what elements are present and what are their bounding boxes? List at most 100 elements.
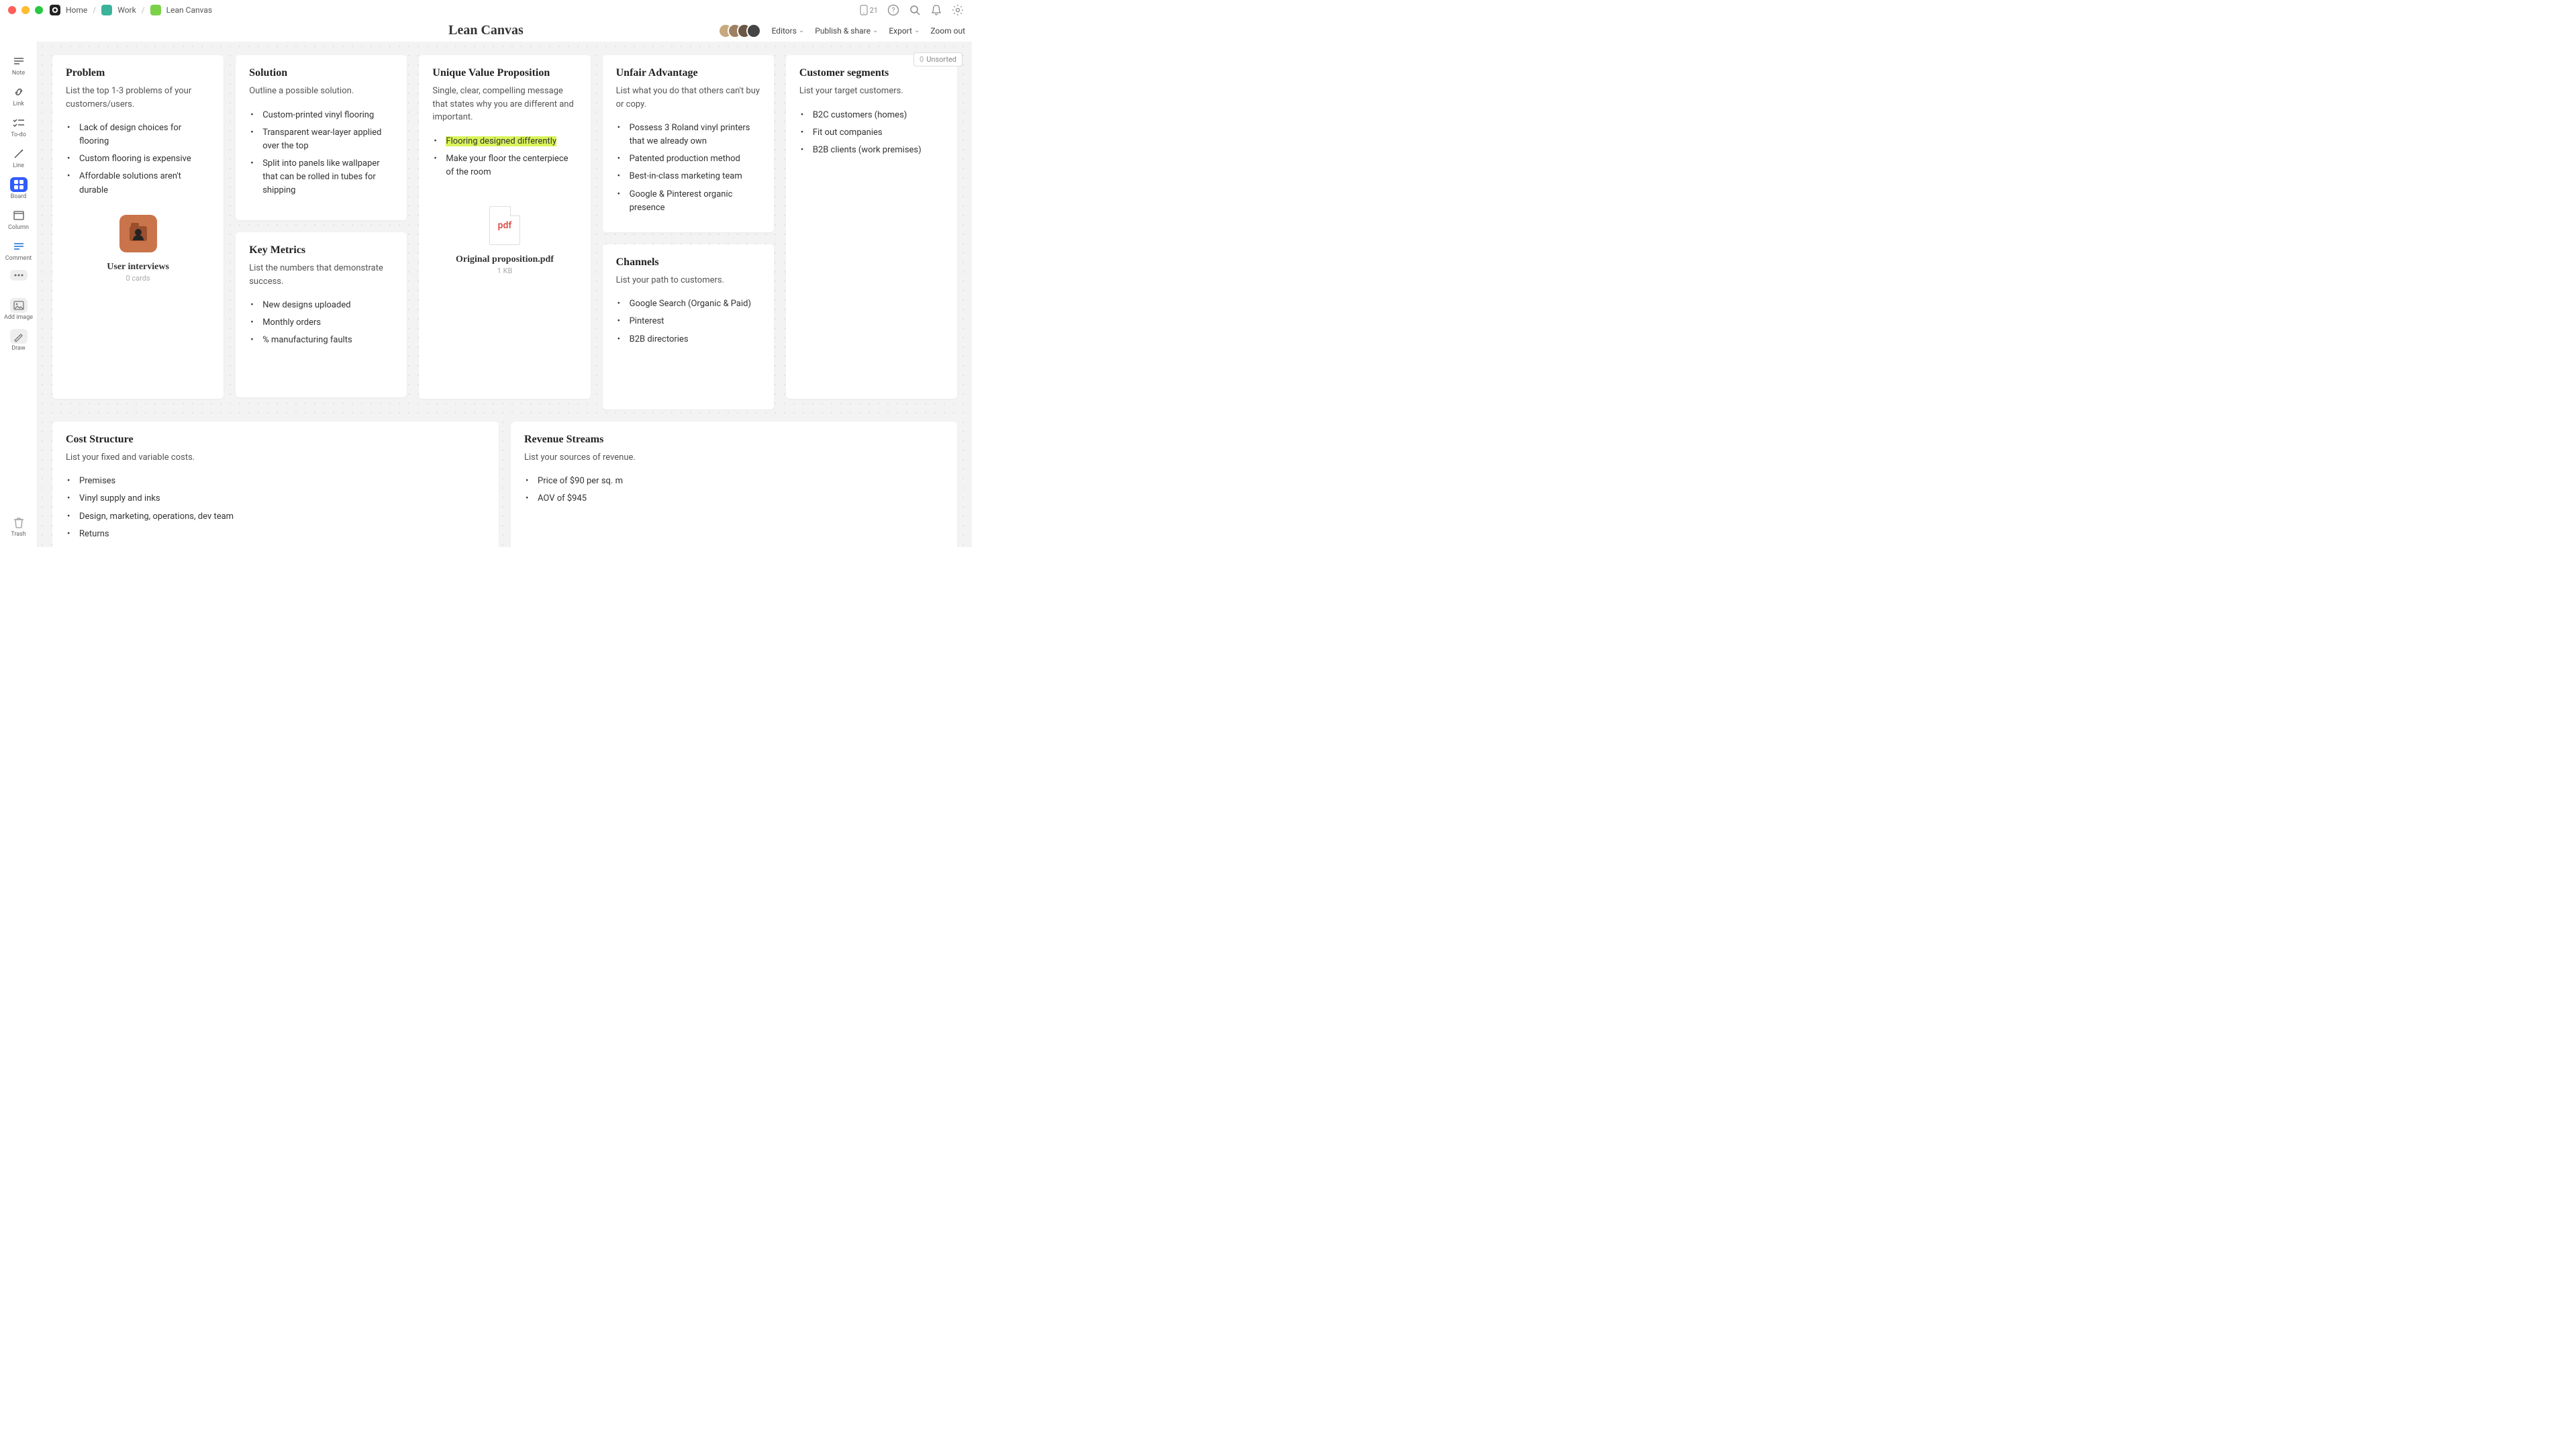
svg-text:?: ? <box>892 7 895 15</box>
sidebar-item-label: Add image <box>4 314 33 321</box>
unsorted-pill[interactable]: 0 Unsorted <box>913 52 962 66</box>
breadcrumb-separator: / <box>142 5 145 15</box>
list-item: B2C customers (homes) <box>809 109 944 122</box>
breadcrumb: Home / Work / Lean Canvas <box>50 5 212 15</box>
card-channels[interactable]: Channels List your path to customers. Go… <box>603 244 774 409</box>
breadcrumb-separator: / <box>93 5 96 15</box>
maximize-window-icon[interactable] <box>35 6 43 14</box>
note-icon <box>10 54 28 68</box>
breadcrumb-lean-canvas[interactable]: Lean Canvas <box>166 5 212 15</box>
board-canvas[interactable]: 0 Unsorted Problem List the top 1-3 prob… <box>38 42 972 547</box>
titlebar: Home / Work / Lean Canvas 21 ? <box>0 0 972 20</box>
page-title[interactable]: Lean Canvas <box>448 23 524 38</box>
avatar[interactable] <box>746 23 761 38</box>
card-key-metrics[interactable]: Key Metrics List the numbers that demons… <box>236 232 407 397</box>
device-count[interactable]: 21 <box>860 5 878 15</box>
list-item: Monthly orders <box>258 316 393 330</box>
card-title: Channels <box>616 256 760 269</box>
embedded-board-meta: 0 cards <box>126 274 150 283</box>
sidebar-item-label: To-do <box>11 132 26 138</box>
breadcrumb-work[interactable]: Work <box>117 5 136 15</box>
link-icon <box>10 85 28 99</box>
list-item: New designs uploaded <box>258 299 393 312</box>
list-item: B2B directories <box>626 333 760 346</box>
card-list: B2C customers (homes) Fit out companies … <box>799 109 944 157</box>
image-icon <box>10 298 28 313</box>
card-title: Solution <box>249 67 393 79</box>
card-title: Unfair Advantage <box>616 67 760 79</box>
card-revenue-streams[interactable]: Revenue Streams List your sources of rev… <box>511 422 957 547</box>
list-item: Make your floor the centerpiece of the r… <box>442 152 577 179</box>
zoom-out-button[interactable]: Zoom out <box>930 26 965 36</box>
card-description: Single, clear, compelling message that s… <box>432 85 577 124</box>
card-cost-structure[interactable]: Cost Structure List your fixed and varia… <box>52 422 499 547</box>
list-item: B2B clients (work premises) <box>809 144 944 157</box>
minimize-window-icon[interactable] <box>21 6 30 14</box>
titlebar-right: 21 ? <box>860 4 964 16</box>
list-item: Lack of design choices for flooring <box>75 122 210 148</box>
unsorted-label: Unsorted <box>926 55 956 64</box>
sidebar-item-link[interactable]: Link <box>4 82 34 110</box>
home-icon[interactable] <box>50 5 60 15</box>
sidebar-item-draw[interactable]: Draw <box>4 326 34 354</box>
sidebar-item-label: Line <box>13 162 24 169</box>
sidebar-item-label: Note <box>12 70 25 77</box>
settings-icon[interactable] <box>952 4 964 16</box>
card-solution[interactable]: Solution Outline a possible solution. Cu… <box>236 55 407 220</box>
highlighted-text: Flooring designed differently <box>446 136 556 146</box>
attachment-size: 1 KB <box>497 267 513 275</box>
card-title: Unique Value Proposition <box>432 67 577 79</box>
sidebar-item-trash[interactable]: Trash <box>4 512 34 540</box>
breadcrumb-home[interactable]: Home <box>66 5 87 15</box>
lean-canvas-icon[interactable] <box>150 5 161 15</box>
sidebar-item-line[interactable]: Line <box>4 144 34 172</box>
sidebar-item-label: Board <box>11 193 27 200</box>
card-problem[interactable]: Problem List the top 1-3 problems of you… <box>52 55 224 399</box>
card-description: List your target customers. <box>799 85 944 98</box>
chevron-down-icon: ⌄ <box>914 27 920 34</box>
sidebar-item-add-image[interactable]: Add image <box>4 295 34 324</box>
search-icon[interactable] <box>909 4 921 16</box>
export-dropdown[interactable]: Export⌄ <box>889 26 920 36</box>
card-unfair-advantage[interactable]: Unfair Advantage List what you do that o… <box>603 55 774 232</box>
comment-icon <box>10 239 28 254</box>
card-description: List the numbers that demonstrate succes… <box>249 262 393 288</box>
doc-actions: Editors⌄ Publish & share⌄ Export⌄ Zoom o… <box>718 20 965 41</box>
card-description: List your fixed and variable costs. <box>66 451 485 465</box>
embedded-board[interactable]: User interviews 0 cards <box>66 215 210 283</box>
card-customer-segments[interactable]: Customer segments List your target custo… <box>786 55 957 399</box>
sidebar-item-column[interactable]: Column <box>4 205 34 234</box>
folder-icon <box>119 215 157 252</box>
chevron-down-icon: ⌄ <box>799 27 804 34</box>
sidebar-item-comment[interactable]: Comment <box>4 236 34 264</box>
collaborator-avatars[interactable] <box>718 23 761 38</box>
board-icon <box>10 177 28 192</box>
close-window-icon[interactable] <box>8 6 16 14</box>
help-icon[interactable]: ? <box>887 4 899 16</box>
card-list: Google Search (Organic & Paid) Pinterest… <box>616 297 760 346</box>
embedded-board-title: User interviews <box>107 262 169 273</box>
card-title: Problem <box>66 67 210 79</box>
card-title: Customer segments <box>799 67 944 79</box>
card-description: List the top 1-3 problems of your custom… <box>66 85 210 111</box>
editors-dropdown[interactable]: Editors⌄ <box>772 26 805 36</box>
sidebar-item-more[interactable] <box>4 267 34 283</box>
card-description: List your path to customers. <box>616 274 760 287</box>
sidebar-item-note[interactable]: Note <box>4 51 34 79</box>
list-item: AOV of $945 <box>534 492 944 505</box>
list-item: Patented production method <box>626 152 760 166</box>
card-list: Possess 3 Roland vinyl printers that we … <box>616 122 760 215</box>
sidebar-item-todo[interactable]: To-do <box>4 113 34 141</box>
work-icon[interactable] <box>101 5 112 15</box>
publish-share-dropdown[interactable]: Publish & share⌄ <box>815 26 878 36</box>
notifications-icon[interactable] <box>930 4 942 16</box>
card-list: Price of $90 per sq. m AOV of $945 <box>524 475 944 505</box>
chevron-down-icon: ⌄ <box>873 27 878 34</box>
list-item: Best-in-class marketing team <box>626 170 760 183</box>
card-title: Cost Structure <box>66 434 485 446</box>
sidebar-item-board[interactable]: Board <box>4 175 34 203</box>
doc-header: Lean Canvas Editors⌄ Publish & share⌄ Ex… <box>0 20 972 42</box>
trash-icon <box>10 515 28 530</box>
card-uvp[interactable]: Unique Value Proposition Single, clear, … <box>419 55 590 399</box>
file-attachment[interactable]: pdf Original proposition.pdf 1 KB <box>432 206 577 275</box>
